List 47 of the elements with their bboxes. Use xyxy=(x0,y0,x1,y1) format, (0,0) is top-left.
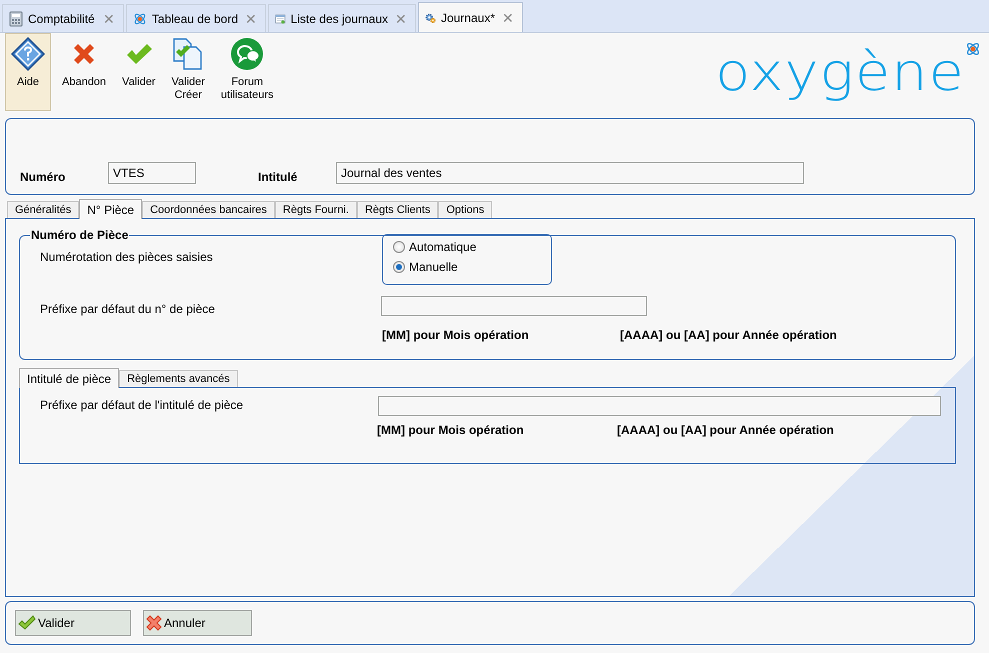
check-icon xyxy=(124,42,153,66)
tab[interactable]: Intitulé de pièce xyxy=(19,368,120,388)
toolbar-button[interactable]: Abandon xyxy=(57,33,112,111)
text-field[interactable]: VTES xyxy=(108,162,196,184)
hint-text: [AAAA] ou [AA] pour Année opération xyxy=(620,328,838,344)
calculator-icon xyxy=(9,10,23,26)
documents-check-icon xyxy=(172,37,204,71)
radio-option[interactable]: Manuelle xyxy=(393,260,551,274)
logo-text: oxygène xyxy=(715,42,965,105)
field-label: Numéro xyxy=(20,170,66,184)
logo-atom-icon xyxy=(965,41,981,57)
document-tab[interactable]: Liste des journaux ✕ xyxy=(268,4,416,32)
text-field[interactable] xyxy=(378,396,941,416)
hint-text: [MM] pour Mois opération xyxy=(377,423,525,439)
text-field[interactable]: Journal des ventes xyxy=(336,162,804,184)
toolbar-button[interactable]: Valider xyxy=(117,33,160,111)
group-title: Numéro de Pièce xyxy=(30,228,130,242)
toolbar-button[interactable]: Forum utilisateurs xyxy=(216,33,278,111)
toolbar-button[interactable]: Valider Créer xyxy=(166,33,210,111)
cross-icon xyxy=(146,615,162,631)
field-label: Préfixe par défaut du n° de pièce xyxy=(40,301,216,318)
tab[interactable]: Règts Fourni. xyxy=(274,201,357,218)
cancel-button[interactable]: Annuler xyxy=(143,610,252,636)
validate-button[interactable]: Valider xyxy=(15,610,131,636)
field-label: Numérotation des pièces saisies xyxy=(40,249,214,266)
radio-option[interactable]: Automatique xyxy=(393,240,551,254)
hint-text: [AAAA] ou [AA] pour Année opération xyxy=(617,423,835,439)
tab[interactable]: Règts Clients xyxy=(356,201,438,218)
field-label: Préfixe par défaut de l'intitulé de pièce xyxy=(40,397,244,414)
tab[interactable]: Coordonnées bancaires xyxy=(142,201,275,218)
help-icon xyxy=(10,36,46,72)
document-tab[interactable]: Journaux* ✕ xyxy=(418,2,523,32)
radio-button[interactable] xyxy=(393,241,405,253)
tab[interactable]: Généralités xyxy=(7,201,80,218)
tab[interactable]: N° Pièce xyxy=(79,199,142,219)
radio-button[interactable] xyxy=(393,261,405,273)
tab[interactable]: Options xyxy=(438,201,492,218)
check-icon xyxy=(18,615,36,631)
text-field[interactable] xyxy=(381,296,647,316)
document-tab[interactable]: Comptabilité ✕ xyxy=(2,4,124,32)
toolbar-button[interactable]: Aide xyxy=(5,33,51,111)
chat-icon xyxy=(230,37,264,71)
tab[interactable]: Règlements avancés xyxy=(119,370,238,387)
document-tab[interactable]: Tableau de bord ✕ xyxy=(126,4,266,32)
field-label: Intitulé xyxy=(258,170,298,184)
atom-icon xyxy=(133,10,147,26)
hint-text: [MM] pour Mois opération xyxy=(382,328,530,344)
